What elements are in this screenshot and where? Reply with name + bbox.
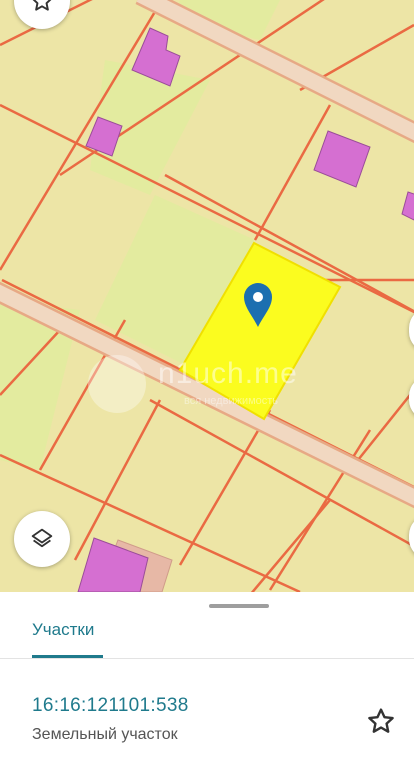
- favorite-parcel-button[interactable]: [362, 702, 400, 740]
- star-outline-icon: [32, 0, 52, 11]
- bottom-sheet: Участки 16:16:121101:538 Земельный участ…: [0, 592, 414, 767]
- cadastral-map[interactable]: n1uch.me вся недвижимость: [0, 0, 414, 592]
- layers-button[interactable]: [14, 511, 70, 567]
- tab-divider: [0, 658, 414, 659]
- parcel-cadastral-number[interactable]: 16:16:121101:538: [32, 695, 189, 717]
- parcel-type: Земельный участок: [32, 726, 178, 743]
- sheet-drag-handle[interactable]: [209, 604, 269, 608]
- map-canvas[interactable]: [0, 0, 414, 592]
- star-outline-icon: [368, 708, 394, 733]
- layers-icon: [31, 528, 53, 548]
- tab-parcels[interactable]: Участки: [32, 620, 94, 640]
